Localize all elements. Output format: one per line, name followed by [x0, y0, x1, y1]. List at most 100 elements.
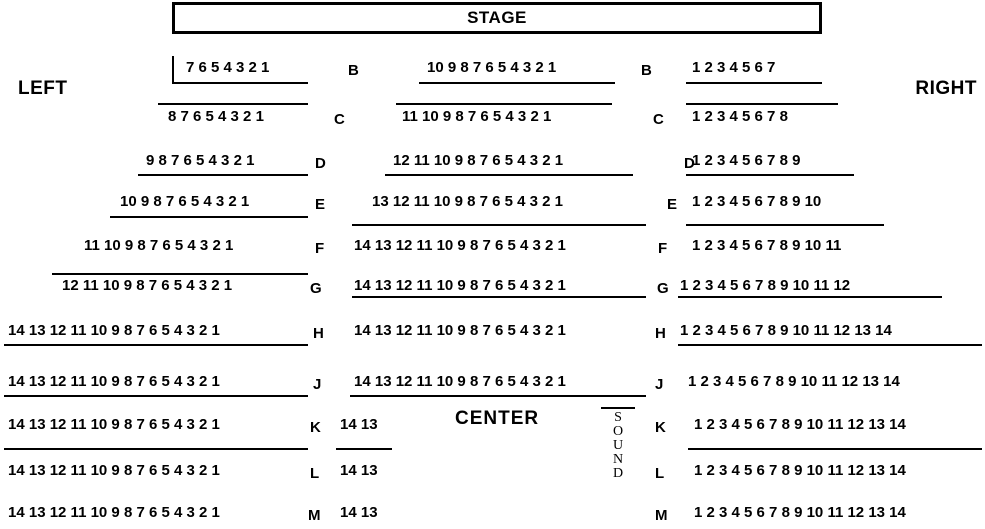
- seat-row-G-left[interactable]: 12 11 10 9 8 7 6 5 4 3 2 1: [62, 278, 232, 294]
- seat-numbers: 1 2 3 4 5 6 7 8: [692, 108, 788, 125]
- row-K-center-underline: [336, 448, 392, 450]
- seat-row-E-right[interactable]: 1 2 3 4 5 6 7 8 9 10: [692, 194, 821, 210]
- row-G-left-overline: [52, 273, 308, 275]
- row-B-left-underline: [172, 82, 308, 84]
- row-letter-E-left: E: [315, 196, 326, 213]
- seat-row-D-left[interactable]: 9 8 7 6 5 4 3 2 1: [146, 153, 254, 169]
- center-section-label: CENTER: [455, 408, 540, 429]
- seat-row-B-left[interactable]: 7 6 5 4 3 2 1: [186, 60, 269, 76]
- seat-numbers: 12 11 10 9 8 7 6 5 4 3 2 1: [62, 277, 233, 294]
- sound-booth: S O U N D: [600, 407, 636, 481]
- seat-row-D-center[interactable]: 12 11 10 9 8 7 6 5 4 3 2 1: [393, 153, 563, 169]
- seat-numbers: 1 2 3 4 5 6 7 8 9 10 11: [692, 237, 842, 254]
- seat-row-H-right[interactable]: 1 2 3 4 5 6 7 8 9 10 11 12 13 14: [680, 323, 892, 339]
- row-letter-E-center: E: [667, 196, 678, 213]
- sound-letter-d: D: [612, 466, 624, 481]
- row-H-right-underline: [678, 344, 982, 346]
- row-J-left-underline: [4, 395, 308, 397]
- row-letter-K-center: K: [655, 419, 666, 436]
- seat-row-E-left[interactable]: 10 9 8 7 6 5 4 3 2 1: [120, 194, 249, 210]
- seat-row-L-right[interactable]: 1 2 3 4 5 6 7 8 9 10 11 12 13 14: [694, 463, 906, 479]
- seat-numbers: 10 9 8 7 6 5 4 3 2 1: [120, 193, 250, 210]
- row-letter-G-left: G: [310, 280, 322, 297]
- seat-numbers: 1 2 3 4 5 6 7 8 9 10 11 12 13 14: [688, 373, 900, 390]
- row-B-center-underline: [419, 82, 615, 84]
- row-letter-J-center: J: [655, 376, 664, 393]
- seat-numbers: 14 13 12 11 10 9 8 7 6 5 4 3 2 1: [354, 237, 566, 254]
- row-H-left-underline: [4, 344, 308, 346]
- seat-row-H-center[interactable]: 14 13 12 11 10 9 8 7 6 5 4 3 2 1: [354, 323, 566, 339]
- seat-numbers: 1 2 3 4 5 6 7 8 9 10 11 12 13 14: [694, 504, 906, 521]
- seat-row-J-right[interactable]: 1 2 3 4 5 6 7 8 9 10 11 12 13 14: [688, 374, 900, 390]
- sound-booth-letters: S O U N D: [600, 411, 636, 481]
- row-letter-L-center: L: [655, 465, 665, 482]
- seat-row-K-left[interactable]: 14 13 12 11 10 9 8 7 6 5 4 3 2 1: [8, 417, 220, 433]
- row-letter-H-center: H: [655, 325, 666, 342]
- seat-numbers: 12 11 10 9 8 7 6 5 4 3 2 1: [393, 152, 564, 169]
- seat-row-C-center[interactable]: 11 10 9 8 7 6 5 4 3 2 1: [402, 109, 551, 125]
- seating-chart: STAGE LEFT RIGHT CENTER S O U N D 7 6 5 …: [0, 0, 985, 529]
- row-D-center-underline: [385, 174, 633, 176]
- seat-row-F-left[interactable]: 11 10 9 8 7 6 5 4 3 2 1: [84, 238, 233, 254]
- row-letter-F-center: F: [658, 240, 668, 257]
- seat-numbers: 8 7 6 5 4 3 2 1: [168, 108, 264, 125]
- seat-row-K-center[interactable]: 14 13: [340, 417, 378, 433]
- stage-label: STAGE: [467, 8, 527, 27]
- seat-row-F-right[interactable]: 1 2 3 4 5 6 7 8 9 10 11: [692, 238, 841, 254]
- seat-row-F-center[interactable]: 14 13 12 11 10 9 8 7 6 5 4 3 2 1: [354, 238, 566, 254]
- seat-numbers: 14 13: [340, 462, 378, 479]
- row-letter-H-left: H: [313, 325, 324, 342]
- seat-numbers: 1 2 3 4 5 6 7 8 9 10 11 12 13 14: [680, 322, 892, 339]
- left-side-label: LEFT: [18, 78, 68, 99]
- seat-row-K-right[interactable]: 1 2 3 4 5 6 7 8 9 10 11 12 13 14: [694, 417, 906, 433]
- seat-numbers: 1 2 3 4 5 6 7 8 9 10 11 12: [680, 277, 851, 294]
- row-B-left-end-rule: [172, 56, 174, 82]
- seat-numbers: 11 10 9 8 7 6 5 4 3 2 1: [84, 237, 234, 254]
- seat-row-M-right[interactable]: 1 2 3 4 5 6 7 8 9 10 11 12 13 14: [694, 505, 906, 521]
- row-C-center-overline: [396, 103, 612, 105]
- seat-row-L-center[interactable]: 14 13: [340, 463, 378, 479]
- seat-numbers: 10 9 8 7 6 5 4 3 2 1: [427, 59, 557, 76]
- seat-numbers: 14 13 12 11 10 9 8 7 6 5 4 3 2 1: [354, 322, 566, 339]
- seat-row-G-right[interactable]: 1 2 3 4 5 6 7 8 9 10 11 12: [680, 278, 850, 294]
- seat-numbers: 1 2 3 4 5 6 7 8 9 10 11 12 13 14: [694, 416, 906, 433]
- row-G-center-underline: [352, 296, 646, 298]
- seat-numbers: 1 2 3 4 5 6 7: [692, 59, 776, 76]
- seat-row-J-center[interactable]: 14 13 12 11 10 9 8 7 6 5 4 3 2 1: [354, 374, 566, 390]
- row-letter-B-left: B: [348, 62, 359, 79]
- seat-row-B-right[interactable]: 1 2 3 4 5 6 7: [692, 60, 775, 76]
- row-D-left-underline: [138, 174, 308, 176]
- row-D-right-underline: [686, 174, 854, 176]
- seat-row-G-center[interactable]: 14 13 12 11 10 9 8 7 6 5 4 3 2 1: [354, 278, 566, 294]
- row-E-left-underline: [110, 216, 308, 218]
- sound-letter-n: N: [612, 452, 624, 467]
- right-side-label: RIGHT: [915, 78, 977, 99]
- seat-numbers: 9 8 7 6 5 4 3 2 1: [146, 152, 255, 169]
- row-G-right-underline: [678, 296, 942, 298]
- seat-row-M-left[interactable]: 14 13 12 11 10 9 8 7 6 5 4 3 2 1: [8, 505, 220, 521]
- seat-row-C-right[interactable]: 1 2 3 4 5 6 7 8: [692, 109, 788, 125]
- seat-row-H-left[interactable]: 14 13 12 11 10 9 8 7 6 5 4 3 2 1: [8, 323, 220, 339]
- seat-numbers: 14 13 12 11 10 9 8 7 6 5 4 3 2 1: [354, 277, 566, 294]
- seat-row-C-left[interactable]: 8 7 6 5 4 3 2 1: [168, 109, 264, 125]
- seat-row-E-center[interactable]: 13 12 11 10 9 8 7 6 5 4 3 2 1: [372, 194, 563, 210]
- row-letter-D-left: D: [315, 155, 326, 172]
- seat-row-J-left[interactable]: 14 13 12 11 10 9 8 7 6 5 4 3 2 1: [8, 374, 220, 390]
- seat-row-M-center[interactable]: 14 13: [340, 505, 378, 521]
- sound-letter-u: U: [612, 438, 624, 453]
- sound-booth-top-rule: [601, 407, 635, 409]
- row-letter-C-center: C: [653, 111, 664, 128]
- seat-row-D-right[interactable]: 1 2 3 4 5 6 7 8 9: [692, 153, 800, 169]
- row-letter-C-left: C: [334, 111, 345, 128]
- row-letter-B-center: B: [641, 62, 652, 79]
- seat-numbers: 1 2 3 4 5 6 7 8 9 10: [692, 193, 822, 210]
- row-letter-K-left: K: [310, 419, 321, 436]
- row-J-center-underline: [350, 395, 646, 397]
- seat-row-L-left[interactable]: 14 13 12 11 10 9 8 7 6 5 4 3 2 1: [8, 463, 220, 479]
- seat-numbers: 14 13: [340, 416, 378, 433]
- row-letter-J-left: J: [313, 376, 322, 393]
- seat-row-B-center[interactable]: 10 9 8 7 6 5 4 3 2 1: [427, 60, 556, 76]
- seat-numbers: 14 13 12 11 10 9 8 7 6 5 4 3 2 1: [8, 373, 220, 390]
- row-E-center-underline: [352, 224, 646, 226]
- row-letter-M-center: M: [655, 507, 668, 524]
